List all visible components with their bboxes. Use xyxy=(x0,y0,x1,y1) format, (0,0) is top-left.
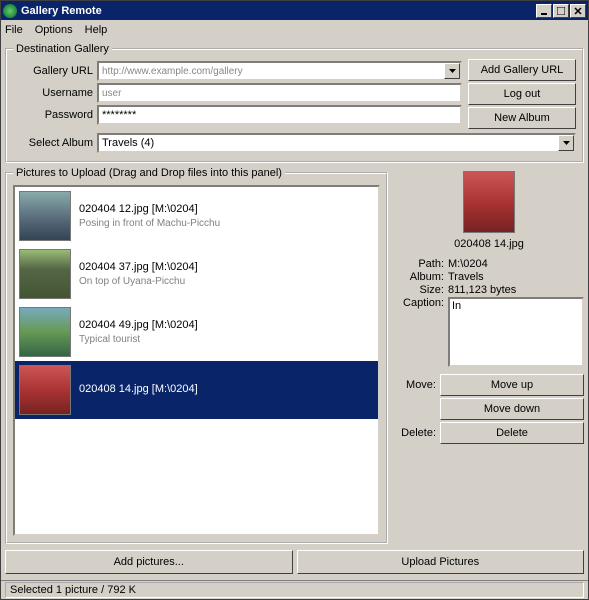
thumbnail xyxy=(19,191,71,241)
size-value: 811,123 bytes xyxy=(448,284,584,296)
select-album-value: Travels (4) xyxy=(102,137,154,149)
item-filename: 020408 14.jpg [M:\0204] xyxy=(79,383,198,395)
item-caption: Typical tourist xyxy=(79,334,198,345)
preview-thumbnail xyxy=(463,171,515,233)
list-item[interactable]: 020404 12.jpg [M:\0204] Posing in front o… xyxy=(15,187,378,245)
pictures-upload-group: Pictures to Upload (Drag and Drop files … xyxy=(5,167,388,544)
item-filename: 020404 12.jpg [M:\0204] xyxy=(79,203,220,215)
gallery-url-combo[interactable]: http://www.example.com/gallery xyxy=(97,61,462,81)
titlebar: Gallery Remote xyxy=(1,1,588,20)
destination-legend: Destination Gallery xyxy=(13,43,112,55)
album-value: Travels xyxy=(448,271,584,283)
new-album-button[interactable]: New Album xyxy=(468,107,576,129)
item-filename: 020404 37.jpg [M:\0204] xyxy=(79,261,198,273)
app-window: Gallery Remote File Options Help Destina… xyxy=(0,0,589,600)
list-item[interactable]: 020404 37.jpg [M:\0204] On top of Uyana-P… xyxy=(15,245,378,303)
preview-filename: 020408 14.jpg xyxy=(394,238,584,250)
list-item[interactable]: 020408 14.jpg [M:\0204] xyxy=(15,361,378,419)
close-button[interactable] xyxy=(570,4,586,18)
move-up-button[interactable]: Move up xyxy=(440,374,584,396)
add-pictures-button[interactable]: Add pictures... xyxy=(5,550,293,574)
gallery-url-value: http://www.example.com/gallery xyxy=(102,66,243,77)
upload-pictures-button[interactable]: Upload Pictures xyxy=(297,550,585,574)
details-panel: 020408 14.jpg Path: M:\0204 Album: Travels… xyxy=(394,167,584,544)
password-label: Password xyxy=(13,109,93,121)
item-filename: 020404 49.jpg [M:\0204] xyxy=(79,319,198,331)
username-input[interactable]: user xyxy=(97,83,462,103)
thumbnail xyxy=(19,249,71,299)
select-album-combo[interactable]: Travels (4) xyxy=(97,133,576,153)
menu-options[interactable]: Options xyxy=(35,24,73,36)
delete-label: Delete: xyxy=(394,427,436,439)
add-gallery-url-button[interactable]: Add Gallery URL xyxy=(468,59,576,81)
app-icon xyxy=(3,4,17,18)
chevron-down-icon[interactable] xyxy=(444,63,460,79)
menu-file[interactable]: File xyxy=(5,24,23,36)
caption-textarea[interactable]: In xyxy=(448,297,584,367)
album-label: Album: xyxy=(394,271,444,283)
move-label: Move: xyxy=(394,379,436,391)
size-label: Size: xyxy=(394,284,444,296)
thumbnail xyxy=(19,307,71,357)
list-item[interactable]: 020404 49.jpg [M:\0204] Typical tourist xyxy=(15,303,378,361)
select-album-label: Select Album xyxy=(13,137,93,149)
username-label: Username xyxy=(13,87,93,99)
delete-button[interactable]: Delete xyxy=(440,422,584,444)
statusbar: Selected 1 picture / 792 K xyxy=(1,580,588,599)
path-label: Path: xyxy=(394,258,444,270)
destination-gallery-group: Destination Gallery Gallery URL http://w… xyxy=(5,43,584,163)
window-title: Gallery Remote xyxy=(21,5,536,17)
status-text: Selected 1 picture / 792 K xyxy=(5,582,584,598)
minimize-button[interactable] xyxy=(536,4,552,18)
maximize-button[interactable] xyxy=(553,4,569,18)
pictures-list[interactable]: 020404 12.jpg [M:\0204] Posing in front o… xyxy=(13,185,380,536)
move-down-button[interactable]: Move down xyxy=(440,398,584,420)
pictures-legend: Pictures to Upload (Drag and Drop files … xyxy=(13,167,285,179)
gallery-url-label: Gallery URL xyxy=(13,65,93,77)
item-caption: On top of Uyana-Picchu xyxy=(79,276,198,287)
menubar: File Options Help xyxy=(1,20,588,39)
logout-button[interactable]: Log out xyxy=(468,83,576,105)
password-input[interactable]: ******** xyxy=(97,105,462,125)
thumbnail xyxy=(19,365,71,415)
item-caption: Posing in front of Machu-Picchu xyxy=(79,218,220,229)
menu-help[interactable]: Help xyxy=(85,24,108,36)
caption-label: Caption: xyxy=(394,297,444,309)
path-value: M:\0204 xyxy=(448,258,584,270)
chevron-down-icon[interactable] xyxy=(558,135,574,151)
